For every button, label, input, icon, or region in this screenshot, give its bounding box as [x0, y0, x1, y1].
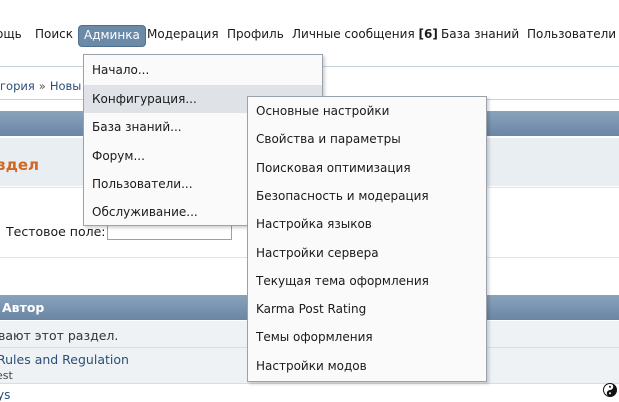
pm-count-badge: [6]: [418, 27, 438, 41]
nav-search[interactable]: Поиск: [35, 24, 73, 44]
top-navigation: ощь Поиск Админка Модерация Профиль Личн…: [0, 24, 619, 47]
configuration-submenu: Основные настройки Свойства и параметры …: [247, 96, 487, 382]
nav-knowledge-base[interactable]: База знаний: [441, 24, 519, 44]
config-properties[interactable]: Свойства и параметры: [248, 125, 486, 153]
nav-profile[interactable]: Профиль: [227, 24, 284, 44]
config-mods-settings[interactable]: Настройки модов: [248, 352, 486, 380]
author-column-header: Автор: [2, 300, 45, 315]
section-title: здел: [0, 156, 39, 174]
row-divider: [0, 383, 619, 384]
row-viewers-text: вают этот раздел.: [0, 328, 119, 343]
nav-private-messages-label: Личные сообщения: [292, 27, 415, 41]
breadcrumb-current[interactable]: Новы: [50, 79, 82, 93]
config-languages[interactable]: Настройка языков: [248, 210, 486, 238]
nav-users[interactable]: Пользователи: [527, 24, 616, 44]
config-seo[interactable]: Поисковая оптимизация: [248, 154, 486, 182]
admin-menu-home[interactable]: Начало...: [84, 56, 322, 84]
nav-help[interactable]: ощь: [0, 24, 22, 44]
yin-yang-icon[interactable]: [603, 383, 617, 397]
breadcrumb: гория» Новы: [0, 79, 81, 93]
test-field-label: Тестовое поле:: [6, 224, 106, 239]
breadcrumb-category[interactable]: гория: [0, 79, 35, 93]
nav-private-messages[interactable]: Личные сообщения [6]: [292, 24, 438, 44]
config-themes[interactable]: Темы оформления: [248, 323, 486, 351]
topic-link[interactable]: Rules and Regulation: [0, 352, 129, 367]
config-basic-settings[interactable]: Основные настройки: [248, 97, 486, 125]
config-current-theme[interactable]: Текущая тема оформления: [248, 267, 486, 295]
topic-subtext: est: [0, 369, 13, 382]
breadcrumb-separator: »: [38, 79, 46, 93]
config-security-moderation[interactable]: Безопасность и модерация: [248, 182, 486, 210]
row-text[interactable]: ys: [0, 388, 10, 402]
nav-moderation[interactable]: Модерация: [147, 24, 219, 44]
config-karma-post-rating[interactable]: Karma Post Rating: [248, 295, 486, 323]
config-server-settings[interactable]: Настройки сервера: [248, 239, 486, 267]
nav-admin[interactable]: Админка: [78, 25, 146, 47]
